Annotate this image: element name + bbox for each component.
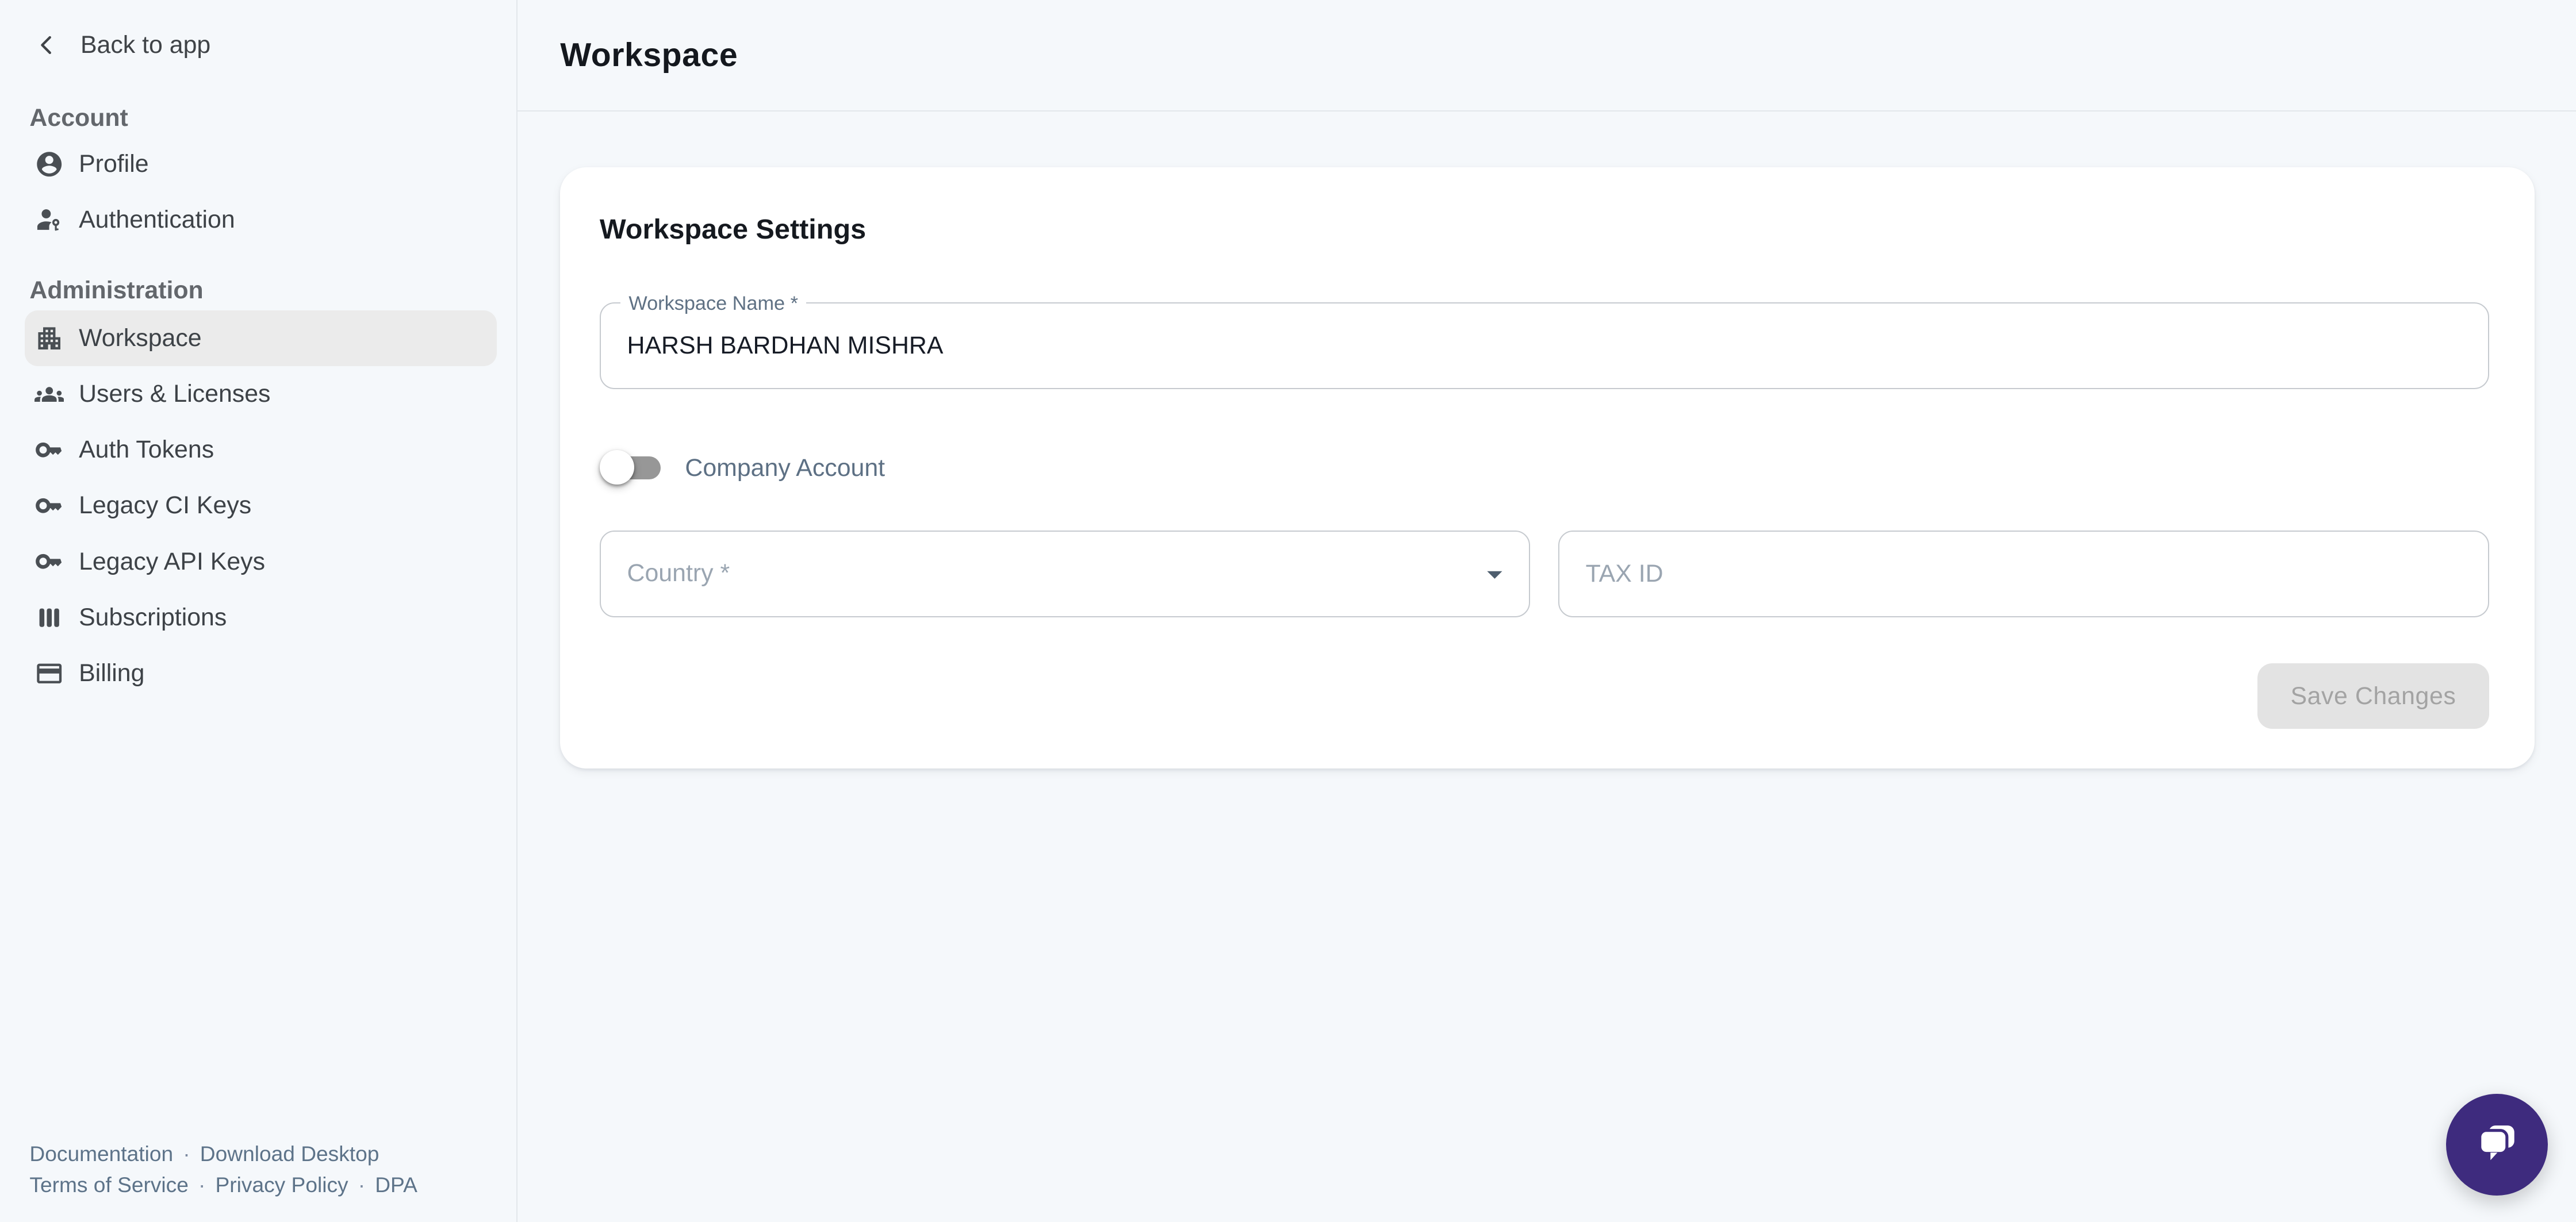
content-area: Workspace Settings Workspace Name * Comp… bbox=[518, 112, 2576, 1221]
footer-link-dpa[interactable]: DPA bbox=[375, 1173, 417, 1197]
section-title-account: Account bbox=[29, 102, 128, 135]
company-account-row: Company Account bbox=[600, 445, 2489, 491]
section-title-administration: Administration bbox=[29, 274, 203, 307]
company-account-toggle[interactable] bbox=[600, 450, 662, 486]
app-root: Back to app Account Profile Authenticati… bbox=[0, 0, 2576, 1222]
workspace-name-input[interactable] bbox=[601, 303, 2488, 388]
main-area: Workspace Workspace Settings Workspace N… bbox=[518, 0, 2576, 1222]
sidebar-item-label: Legacy CI Keys bbox=[79, 491, 251, 520]
footer-separator: · bbox=[358, 1173, 365, 1197]
sidebar-item-label: Users & Licenses bbox=[79, 380, 270, 408]
footer-link-documentation[interactable]: Documentation bbox=[29, 1142, 173, 1166]
footer-link-download-desktop[interactable]: Download Desktop bbox=[200, 1142, 379, 1166]
sidebar: Back to app Account Profile Authenticati… bbox=[0, 0, 518, 1222]
sidebar-item-label: Subscriptions bbox=[79, 604, 227, 632]
footer-separator: · bbox=[183, 1142, 190, 1166]
sidebar-item-legacy-ci-keys[interactable]: Legacy CI Keys bbox=[0, 478, 516, 533]
building-icon bbox=[34, 324, 64, 353]
sidebar-item-label: Profile bbox=[79, 150, 148, 178]
back-to-app-button[interactable]: Back to app bbox=[34, 31, 210, 59]
sidebar-item-workspace[interactable]: Workspace bbox=[25, 310, 497, 366]
save-changes-button[interactable]: Save Changes bbox=[2257, 663, 2489, 729]
footer-separator: · bbox=[198, 1173, 205, 1197]
sidebar-item-label: Workspace bbox=[79, 324, 202, 352]
chat-bubbles-icon bbox=[2471, 1116, 2523, 1174]
page-title: Workspace bbox=[560, 36, 738, 74]
footer-link-privacy-policy[interactable]: Privacy Policy bbox=[216, 1173, 348, 1197]
sidebar-item-label: Authentication bbox=[79, 206, 235, 234]
chevron-left-icon bbox=[34, 33, 59, 57]
account-circle-icon bbox=[34, 149, 64, 179]
country-select[interactable]: Country * bbox=[600, 531, 1531, 617]
footer-row-1: Documentation · Download Desktop bbox=[29, 1138, 417, 1169]
sidebar-item-users-licenses[interactable]: Users & Licenses bbox=[0, 366, 516, 422]
sidebar-item-authentication[interactable]: Authentication bbox=[0, 192, 516, 248]
tax-id-field bbox=[1558, 531, 2489, 617]
person-key-icon bbox=[34, 205, 64, 235]
credit-card-icon bbox=[34, 659, 64, 688]
bars-icon bbox=[34, 603, 64, 632]
country-placeholder: Country * bbox=[601, 532, 1529, 616]
sidebar-item-label: Legacy API Keys bbox=[79, 548, 265, 576]
chevron-down-icon bbox=[1477, 556, 1513, 592]
back-to-app-label: Back to app bbox=[80, 31, 210, 59]
company-account-label: Company Account bbox=[685, 454, 885, 482]
key-icon bbox=[34, 491, 64, 520]
footer-link-terms-of-service[interactable]: Terms of Service bbox=[29, 1173, 188, 1197]
footer-row-2: Terms of Service · Privacy Policy · DPA bbox=[29, 1169, 417, 1200]
sidebar-footer: Documentation · Download Desktop Terms of … bbox=[29, 1138, 417, 1201]
sidebar-item-label: Auth Tokens bbox=[79, 436, 214, 464]
workspace-name-field: Workspace Name * bbox=[600, 302, 2489, 389]
sidebar-item-auth-tokens[interactable]: Auth Tokens bbox=[0, 422, 516, 478]
workspace-settings-card: Workspace Settings Workspace Name * Comp… bbox=[560, 167, 2535, 768]
card-title: Workspace Settings bbox=[600, 213, 2489, 246]
sidebar-item-label: Billing bbox=[79, 659, 144, 687]
sidebar-item-profile[interactable]: Profile bbox=[0, 136, 516, 192]
sidebar-item-legacy-api-keys[interactable]: Legacy API Keys bbox=[0, 534, 516, 590]
toggle-thumb bbox=[600, 450, 634, 485]
chat-launcher-button[interactable] bbox=[2446, 1094, 2548, 1196]
sidebar-item-subscriptions[interactable]: Subscriptions bbox=[0, 590, 516, 645]
account-nav: Profile Authentication bbox=[0, 136, 516, 248]
sidebar-item-billing[interactable]: Billing bbox=[0, 645, 516, 701]
workspace-name-label: Workspace Name * bbox=[620, 292, 806, 315]
tax-id-input[interactable] bbox=[1559, 532, 2488, 616]
key-icon bbox=[34, 435, 64, 464]
groups-icon bbox=[34, 379, 64, 409]
page-header: Workspace bbox=[518, 0, 2576, 112]
save-row: Save Changes bbox=[600, 663, 2489, 729]
key-icon bbox=[34, 547, 64, 576]
country-tax-row: Country * bbox=[600, 531, 2489, 617]
administration-nav: Workspace Users & Licenses Auth Tokens L… bbox=[0, 310, 516, 701]
